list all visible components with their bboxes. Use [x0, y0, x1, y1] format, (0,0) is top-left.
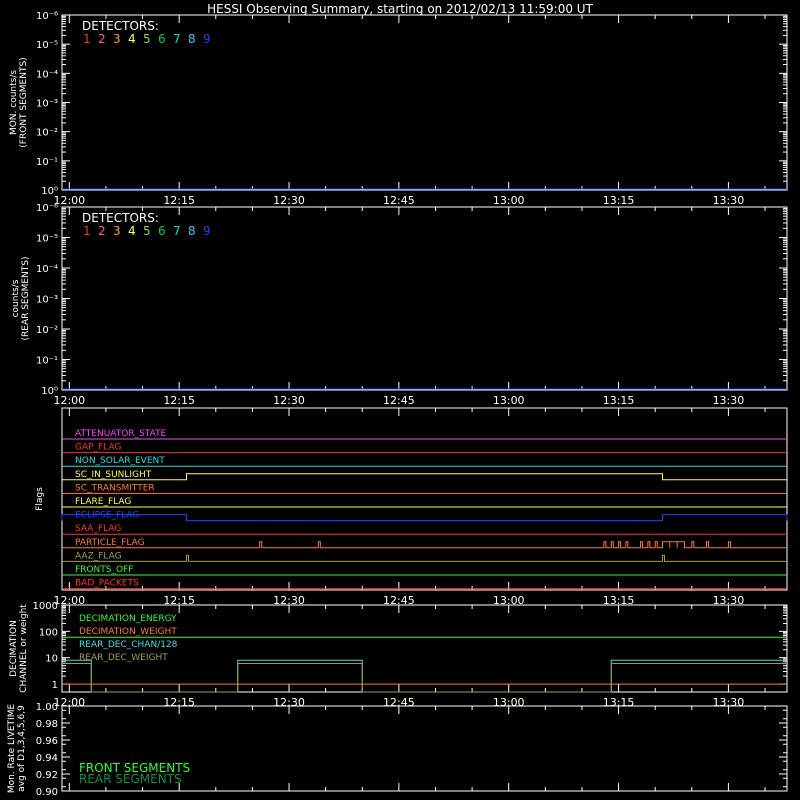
x-tick-label: 12:00 — [53, 194, 85, 207]
legend-title: DETECTORS: — [82, 211, 159, 225]
legend-detector-7: 7 — [173, 32, 181, 46]
flag-label: NON_SOLAR_EVENT — [75, 456, 165, 466]
y-axis-label-line: DECIMATION — [9, 620, 19, 677]
y-tick-label: 10⁻² — [36, 325, 58, 336]
x-tick-label: 12:15 — [163, 194, 195, 207]
y-tick-label: 10⁻⁶ — [36, 203, 58, 214]
y-tick-label: 10⁻⁶ — [36, 11, 58, 22]
y-tick-label: 10⁻² — [36, 128, 58, 139]
x-tick-label: 13:30 — [713, 194, 745, 207]
legend-detector-1: 1 — [83, 32, 91, 46]
y-axis-label-line: CHANNEL or weight — [19, 604, 29, 693]
x-tick-label: 12:15 — [163, 394, 195, 407]
flag-label: AAZ_FLAG — [75, 551, 122, 561]
flag-label: BAD_PACKETS — [75, 579, 139, 589]
y-tick-label: 1.00 — [36, 702, 58, 713]
figure-title: HESSI Observing Summary, starting on 201… — [207, 2, 593, 16]
legend-entry: DECIMATION_ENERGY — [79, 614, 177, 624]
y-axis-label: MON. counts/s(FRONT SEGMENTS) — [9, 57, 29, 147]
legend-detector-6: 6 — [158, 224, 166, 238]
legend-entry: REAR_DEC_CHAN/128 — [79, 640, 178, 650]
y-tick-label: 10⁻¹ — [36, 356, 58, 367]
legend-detector-3: 3 — [113, 224, 121, 238]
legend-detector-9: 9 — [203, 32, 211, 46]
legend-detector-5: 5 — [143, 32, 151, 46]
y-tick-label: 10⁻⁴ — [36, 264, 58, 275]
x-tick-label: 12:30 — [273, 394, 305, 407]
flag-label: ATTENUATOR_STATE — [75, 429, 167, 439]
legend-entry: REAR_DEC_WEIGHT — [79, 653, 168, 663]
y-axis-label: Flags — [35, 487, 45, 511]
legend-detector-4: 4 — [128, 224, 136, 238]
x-tick-label: 12:45 — [383, 194, 415, 207]
legend-detector-5: 5 — [143, 224, 151, 238]
legend-detector-8: 8 — [188, 32, 196, 46]
flag-label: SC_TRANSMITTER — [75, 483, 155, 493]
y-tick-label: 0.94 — [36, 753, 58, 764]
y-tick-label: 0.90 — [36, 787, 58, 798]
y-axis-label-line: Flags — [35, 487, 45, 511]
y-axis-label-line: (FRONT SEGMENTS) — [19, 57, 29, 147]
legend-detector-1: 1 — [83, 224, 91, 238]
y-tick-label: 10⁻¹ — [36, 157, 58, 168]
legend-entry: REAR SEGMENTS — [79, 772, 182, 786]
flag-label: SAA_FLAG — [75, 524, 121, 534]
y-tick-label: 10⁻⁵ — [36, 234, 58, 245]
y-tick-label: 10⁻³ — [36, 99, 58, 110]
x-tick-label: 12:30 — [273, 194, 305, 207]
x-tick-label: 13:15 — [603, 394, 635, 407]
y-tick-label: 1000 — [33, 601, 58, 612]
y-tick-label: 0.96 — [36, 736, 58, 747]
legend-detector-2: 2 — [98, 32, 106, 46]
y-tick-label: 0.98 — [36, 719, 58, 730]
y-tick-label: 10⁻³ — [36, 295, 58, 306]
flag-label: PARTICLE_FLAG — [75, 538, 145, 548]
y-axis-label-line: MON. counts/s — [9, 70, 19, 135]
x-tick-label: 13:30 — [713, 394, 745, 407]
legend-title: DETECTORS: — [82, 19, 159, 33]
flag-label: GAP_FLAG — [75, 443, 121, 453]
legend-detector-2: 2 — [98, 224, 106, 238]
y-tick-label: 10 — [45, 654, 58, 665]
flag-label: FRONTS_OFF — [75, 565, 133, 575]
legend-detector-6: 6 — [158, 32, 166, 46]
y-axis-label-line: (REAR SEGMENTS) — [21, 256, 31, 340]
x-tick-label: 12:45 — [383, 394, 415, 407]
flag-label: SC_IN_SUNLIGHT — [75, 470, 152, 480]
flag-label: FLARE_FLAG — [75, 497, 131, 507]
y-tick-label: 0.92 — [36, 770, 58, 781]
legend-detector-9: 9 — [203, 224, 211, 238]
legend-detector-7: 7 — [173, 224, 181, 238]
x-tick-label: 12:00 — [53, 394, 85, 407]
legend-entry: DECIMATION_WEIGHT — [79, 627, 177, 637]
y-axis-label-line: Mon. Rate LIVETIME — [7, 704, 17, 794]
flag-label: ECLIPSE_FLAG — [75, 511, 139, 521]
legend-detector-3: 3 — [113, 32, 121, 46]
y-tick-label: 100 — [39, 627, 58, 638]
x-tick-label: 13:15 — [603, 194, 635, 207]
hessi-summary-figure: HESSI Observing Summary, starting on 201… — [0, 0, 800, 800]
y-axis-label: Mon. Rate LIVETIMEavg of D1,3,4,5,6,9 — [7, 704, 27, 794]
y-tick-label: 10⁻⁴ — [36, 69, 58, 80]
x-tick-label: 13:00 — [493, 394, 525, 407]
legend-detector-8: 8 — [188, 224, 196, 238]
legend-detector-4: 4 — [128, 32, 136, 46]
x-tick-label: 13:00 — [493, 194, 525, 207]
y-axis-label-line: counts/s — [11, 279, 21, 317]
y-axis-label-line: avg of D1,3,4,5,6,9 — [17, 705, 27, 792]
y-tick-label: 10⁻⁵ — [36, 40, 58, 51]
y-tick-label: 1 — [52, 680, 58, 691]
